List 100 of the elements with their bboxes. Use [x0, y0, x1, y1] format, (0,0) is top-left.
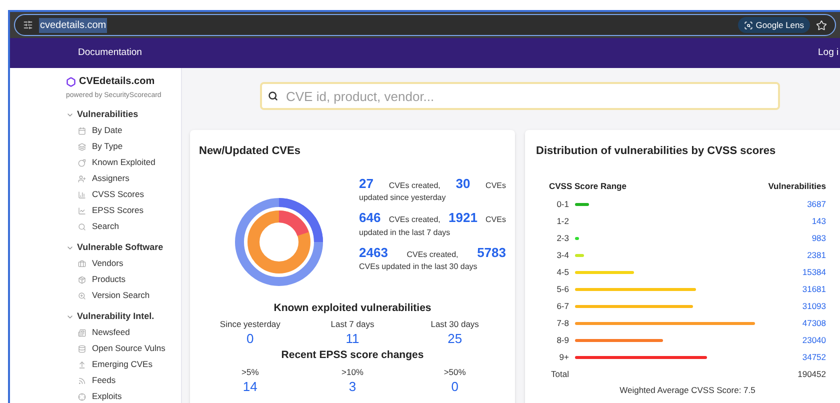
sidebar-item[interactable]: Emerging CVEs	[66, 356, 181, 372]
logo-text[interactable]: CVEdetails.com	[79, 74, 155, 89]
stat-label: CVEs created,	[388, 214, 440, 226]
period-label: >5%	[240, 366, 260, 378]
login-link[interactable]: Log i	[818, 46, 840, 60]
sidebar-item[interactable]: By Date	[66, 122, 181, 138]
score-range: 1-2	[556, 214, 570, 228]
section-title: Known exploited vulnerabilities	[272, 300, 432, 316]
stat-number[interactable]: 646	[359, 208, 381, 228]
period-count[interactable]: 25	[404, 331, 506, 346]
menu-item-icon	[78, 222, 86, 230]
score-range: 9+	[558, 350, 570, 364]
stat-number[interactable]: 30	[456, 174, 470, 193]
stat-label: CVEs created,	[406, 248, 458, 260]
sidebar-section-header[interactable]: Vulnerability Intel.	[66, 308, 181, 324]
stat-number[interactable]: 5783	[477, 242, 506, 262]
menu-item-icon	[78, 142, 86, 150]
stat-label: updated in the last 7 days	[359, 226, 452, 238]
menu-item-icon	[78, 392, 86, 400]
period-count[interactable]: 0	[199, 331, 302, 346]
menu-item-icon	[78, 158, 86, 166]
score-range: 8-9	[556, 334, 570, 346]
period-count[interactable]: 0	[404, 378, 506, 394]
vulnerability-count[interactable]: 2381	[755, 248, 826, 262]
column-header: CVSS Score Range	[549, 180, 626, 193]
total-label: Total	[550, 368, 569, 380]
section-title: Recent EPSS score changes	[280, 348, 425, 363]
lens-icon	[744, 20, 753, 30]
sidebar-item[interactable]: EPSS Scores	[66, 202, 181, 218]
sidebar-item[interactable]: Exploits	[66, 388, 181, 403]
menu-item-icon	[78, 328, 86, 336]
stat-label: CVEs	[486, 214, 506, 226]
sidebar-item[interactable]: Assigners	[66, 170, 181, 186]
menu-item-icon	[78, 260, 86, 268]
score-range: 2-3	[556, 232, 570, 244]
menu-item-icon	[78, 126, 86, 134]
menu-item-icon	[78, 292, 86, 300]
period-label: Last 30 days	[430, 318, 480, 331]
sidebar-item[interactable]: Open Source Vulns	[66, 340, 181, 356]
average-score: Weighted Average CVSS Score: 7.5	[618, 384, 756, 396]
vulnerability-count[interactable]: 31093	[755, 300, 826, 312]
sidebar-section-header[interactable]: Vulnerabilities	[66, 106, 181, 122]
sidebar-item[interactable]: Products	[66, 272, 181, 288]
card-title: New/Updated CVEs	[199, 144, 302, 159]
period-count[interactable]: 3	[301, 378, 404, 394]
vulnerability-count[interactable]: 23040	[755, 334, 826, 346]
sidebar-item[interactable]: CVSS Scores	[66, 186, 181, 202]
url-text: cvedetails.com	[39, 18, 108, 32]
stat-number[interactable]: 2463	[359, 242, 388, 262]
stat-label: updated since yesterday	[359, 192, 447, 204]
score-range: 4-5	[556, 266, 570, 278]
sidebar-item[interactable]: Newsfeed	[66, 324, 181, 340]
period-label: Since yesterday	[218, 318, 282, 331]
total-count: 190452	[798, 368, 826, 380]
menu-item-icon	[78, 206, 86, 214]
vulnerability-count[interactable]: 3687	[755, 198, 826, 210]
period-label: >10%	[340, 366, 364, 378]
stat-label: CVEs updated in the last 30 days	[359, 261, 478, 273]
score-range: 0-1	[556, 198, 570, 210]
stat-number[interactable]: 27	[359, 174, 374, 193]
address-bar[interactable]: cvedetails.com Google Lens	[14, 14, 836, 36]
vulnerability-count[interactable]: 34752	[755, 350, 826, 364]
stat-number[interactable]: 1921	[448, 208, 478, 228]
menu-item-icon	[78, 276, 86, 284]
search-field[interactable]: CVE id, product, vendor...	[260, 82, 780, 110]
period-count[interactable]: 14	[199, 378, 302, 394]
period-label: Last 7 days	[330, 318, 376, 331]
nav-link[interactable]: Documentation	[78, 46, 142, 60]
sidebar-item[interactable]: By Type	[66, 138, 181, 154]
column-header: Vulnerabilities	[768, 180, 826, 192]
vulnerability-count[interactable]: 15384	[755, 266, 826, 278]
period-label: >50%	[442, 366, 467, 378]
menu-item-icon	[78, 174, 86, 182]
menu-item-icon	[78, 360, 86, 368]
google-lens-button[interactable]: Google Lens	[738, 17, 810, 33]
sidebar-item[interactable]: Vendors	[66, 256, 181, 272]
score-range: 3-4	[556, 248, 570, 262]
search-icon	[268, 91, 278, 101]
score-range: 5-6	[556, 282, 570, 296]
score-range: 7-8	[556, 316, 570, 330]
period-count[interactable]: 11	[301, 331, 404, 346]
menu-item-icon	[78, 344, 86, 352]
vulnerability-count[interactable]: 143	[755, 214, 826, 228]
card-title: Distribution of vulnerabilities by CVSS scores	[536, 144, 777, 159]
site-settings-icon[interactable]	[23, 20, 33, 30]
score-range: 6-7	[556, 300, 570, 312]
vulnerability-count[interactable]: 983	[755, 232, 826, 244]
sidebar-section-header[interactable]: Vulnerable Software	[66, 240, 181, 256]
stat-label: CVEs	[486, 180, 506, 192]
logo-icon	[66, 76, 76, 86]
sidebar-item[interactable]: Known Exploited	[66, 154, 181, 170]
vulnerability-count[interactable]: 31681	[755, 282, 826, 296]
sidebar-item[interactable]: Feeds	[66, 372, 181, 388]
stat-label: CVEs created,	[388, 180, 440, 192]
menu-item-icon	[78, 190, 86, 198]
sidebar-item[interactable]: Version Search	[66, 288, 181, 304]
menu-item-icon	[78, 376, 86, 384]
sidebar-item[interactable]: Search	[66, 218, 181, 234]
vulnerability-count[interactable]: 47308	[755, 316, 826, 330]
bookmark-star-icon[interactable]	[816, 20, 827, 30]
